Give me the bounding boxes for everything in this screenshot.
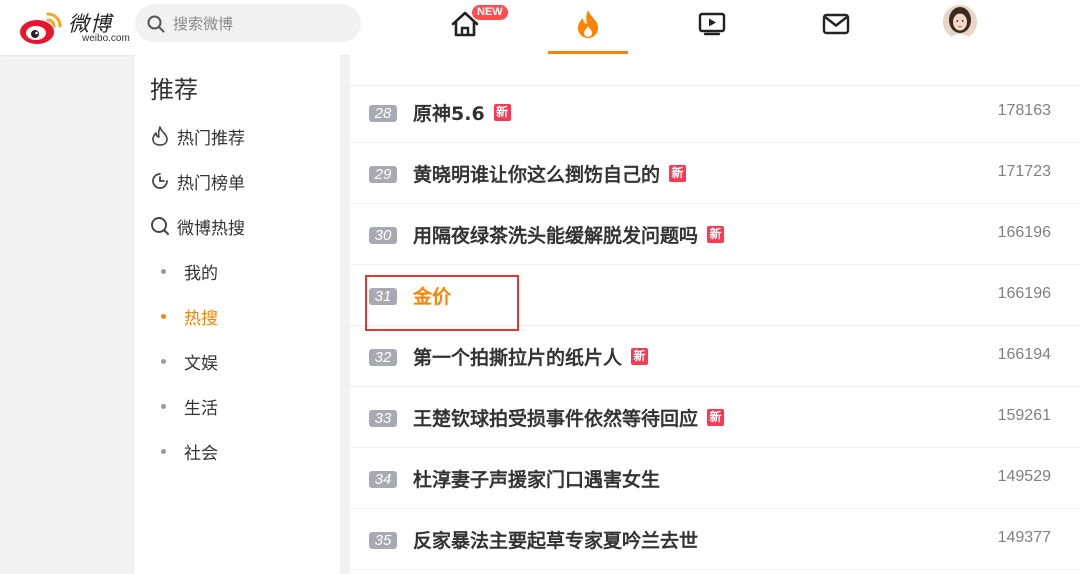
topic-title: 杜淳妻子声援家门口遇害女生 — [413, 469, 661, 491]
sidebar: 推荐 热门推荐 热门榜单 微博热搜 我的 热搜 文娱 生活 社会 — [135, 55, 340, 574]
weibo-logo[interactable]: 微博 weibo.com — [18, 6, 130, 46]
sidebar-item-hot-search[interactable]: 热搜 — [150, 303, 218, 329]
mail-icon — [822, 13, 850, 35]
flame-icon — [578, 10, 598, 38]
sidebar-item-weibo-hot-search[interactable]: 微博热搜 — [150, 213, 245, 239]
search-circle-icon — [150, 216, 170, 236]
sidebar-title: 推荐 — [150, 76, 198, 104]
topic-title: 王楚钦球拍受损事件依然等待回应 — [413, 408, 699, 430]
video-icon — [698, 12, 726, 36]
heat-count: 166196 — [997, 285, 1051, 302]
nav-messages[interactable] — [814, 0, 858, 55]
chart-circle-icon — [150, 171, 170, 191]
topic-link[interactable]: 用隔夜绿茶洗头能缓解脱发问题吗新 — [413, 221, 725, 248]
nav-video[interactable] — [690, 0, 734, 55]
nav-hot[interactable] — [548, 0, 628, 55]
heat-count: 159261 — [997, 407, 1051, 424]
rank-badge: 33 — [369, 410, 397, 427]
rank-badge: 28 — [369, 105, 397, 122]
sidebar-item-society[interactable]: 社会 — [150, 438, 218, 464]
sidebar-item-label: 热搜 — [184, 308, 218, 329]
rank-badge: 30 — [369, 227, 397, 244]
top-navigation-bar: 微博 weibo.com 搜索微博 NEW — [0, 0, 1080, 55]
sidebar-item-label: 热门榜单 — [177, 173, 245, 194]
topic-link[interactable]: 金价 — [413, 282, 451, 309]
sidebar-item-label: 生活 — [184, 398, 218, 419]
sidebar-item-label: 社会 — [184, 443, 218, 464]
user-avatar-icon — [943, 5, 977, 39]
heat-count: 171723 — [997, 163, 1051, 180]
topic-title: 反家暴法主要起草专家夏吟兰去世 — [413, 530, 699, 552]
hot-search-list: 28 原神5.6 新 178163 29 黄晓明谁让你这么捯饬自己的新 17172… — [350, 55, 1080, 574]
sidebar-item-label: 微博热搜 — [177, 218, 245, 239]
heat-count: 149377 — [997, 529, 1051, 546]
bullet-dot — [161, 403, 166, 409]
rank-badge: 34 — [369, 471, 397, 488]
heat-count: 166194 — [997, 346, 1051, 363]
new-tag: 新 — [707, 409, 725, 426]
search-input[interactable]: 搜索微博 — [173, 13, 233, 34]
rank-badge: 35 — [369, 532, 397, 549]
topic-title: 用隔夜绿茶洗头能缓解脱发问题吗 — [413, 225, 699, 247]
logo-subtext: weibo.com — [82, 33, 130, 44]
new-badge: NEW — [472, 5, 508, 20]
bullet-dot — [161, 313, 166, 319]
topic-link[interactable]: 王楚钦球拍受损事件依然等待回应新 — [413, 404, 725, 431]
bullet-dot — [161, 448, 166, 454]
sidebar-item-label: 热门推荐 — [177, 128, 245, 149]
search-box[interactable]: 搜索微博 — [135, 4, 361, 42]
sidebar-item-label: 文娱 — [184, 353, 218, 374]
list-item[interactable]: 31 金价 166196 — [350, 265, 1080, 326]
sidebar-item-life[interactable]: 生活 — [150, 393, 218, 419]
topic-title: 金价 — [413, 286, 452, 308]
new-tag: 新 — [669, 165, 687, 182]
sidebar-item-label: 我的 — [184, 263, 218, 284]
list-item[interactable]: 33 王楚钦球拍受损事件依然等待回应新 159261 — [350, 387, 1080, 448]
new-tag: 新 — [493, 104, 511, 121]
avatar[interactable] — [943, 5, 977, 39]
sidebar-item-hot-recommend[interactable]: 热门推荐 — [150, 123, 245, 149]
rank-badge: 31 — [369, 288, 397, 305]
topic-title: 原神5.6 — [413, 103, 485, 125]
list-item[interactable]: 30 用隔夜绿茶洗头能缓解脱发问题吗新 166196 — [350, 204, 1080, 265]
flame-outline-icon — [150, 126, 170, 146]
topic-link[interactable]: 黄晓明谁让你这么捯饬自己的新 — [413, 160, 687, 187]
list-item[interactable]: 28 原神5.6 新 178163 — [350, 82, 1080, 143]
list-item[interactable]: 35 反家暴法主要起草专家夏吟兰去世 149377 — [350, 509, 1080, 570]
topic-link[interactable]: 反家暴法主要起草专家夏吟兰去世 — [413, 526, 698, 553]
list-item[interactable]: 32 第一个拍撕拉片的纸片人新 166194 — [350, 326, 1080, 387]
active-tab-indicator — [548, 51, 628, 54]
rank-badge: 32 — [369, 349, 397, 366]
new-tag: 新 — [631, 348, 649, 365]
topic-title: 黄晓明谁让你这么捯饬自己的 — [413, 164, 661, 186]
sidebar-item-entertainment[interactable]: 文娱 — [150, 348, 218, 374]
weibo-eye-logo-icon — [20, 12, 62, 44]
heat-count: 178163 — [997, 102, 1051, 119]
topic-link[interactable]: 第一个拍撕拉片的纸片人新 — [413, 343, 649, 370]
bullet-dot — [161, 358, 166, 364]
new-tag: 新 — [707, 226, 725, 243]
sidebar-item-mine[interactable]: 我的 — [150, 258, 218, 284]
list-item[interactable]: 34 杜淳妻子声援家门口遇害女生 149529 — [350, 448, 1080, 509]
sidebar-item-hot-ranking[interactable]: 热门榜单 — [150, 168, 245, 194]
rank-badge: 29 — [369, 166, 397, 183]
search-icon — [147, 15, 165, 33]
topic-link[interactable]: 原神5.6 新 — [413, 99, 511, 126]
heat-count: 149529 — [997, 468, 1051, 485]
topic-title: 第一个拍撕拉片的纸片人 — [413, 347, 623, 369]
topic-link[interactable]: 杜淳妻子声援家门口遇害女生 — [413, 465, 660, 492]
bullet-dot — [161, 268, 166, 274]
heat-count: 166196 — [997, 224, 1051, 241]
list-item[interactable]: 29 黄晓明谁让你这么捯饬自己的新 171723 — [350, 143, 1080, 204]
